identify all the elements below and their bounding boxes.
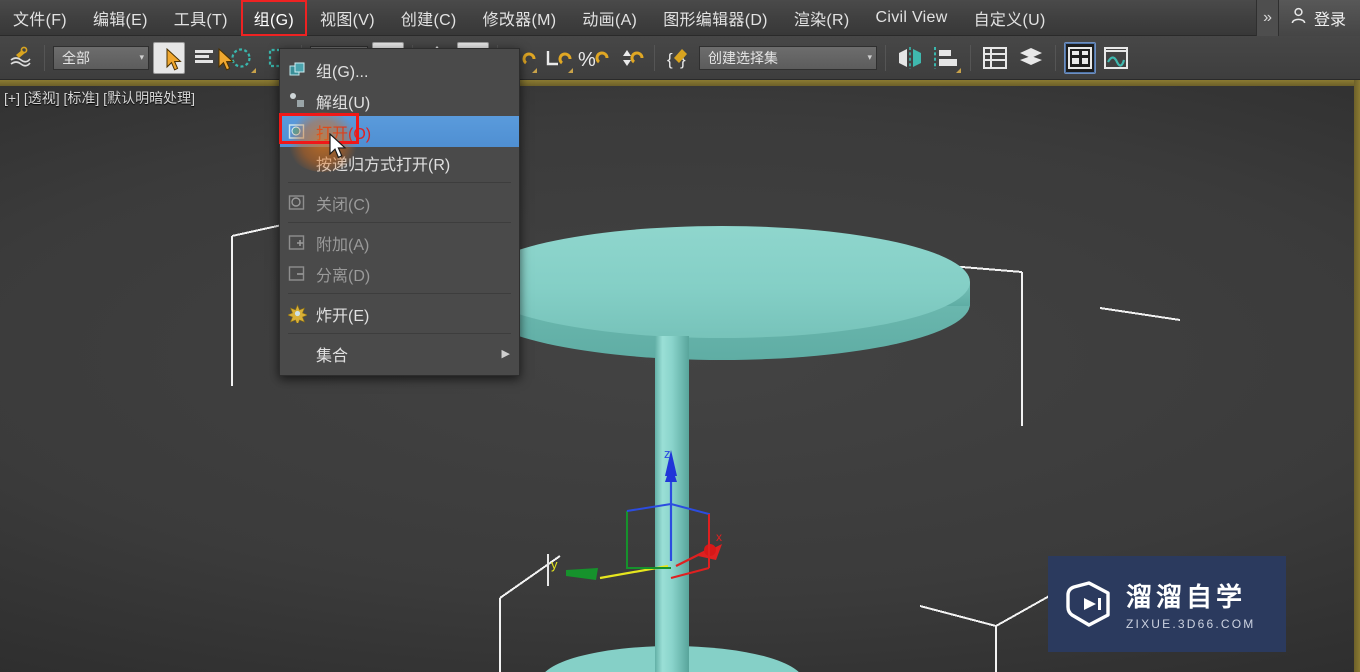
layer-explorer-icon[interactable] [979, 42, 1011, 74]
menu-separator [288, 182, 511, 183]
svg-text:y: y [551, 557, 558, 572]
menu-item-open-label: 打开(O) [316, 125, 372, 143]
toolbar-separator [885, 44, 886, 71]
svg-text:{: { [667, 50, 673, 69]
toolbar-separator [44, 44, 45, 71]
menu-item-explode-label: 炸开(E) [316, 307, 370, 325]
menu-group[interactable]: 组(G) [240, 0, 308, 36]
close-group-icon [288, 193, 307, 212]
menu-create[interactable]: 创建(C) [388, 0, 470, 36]
watermark-title: 溜溜自学 [1126, 582, 1247, 612]
login-label: 登录 [1313, 11, 1346, 29]
spinner-snap-toggle-icon[interactable] [614, 42, 646, 74]
play-logo-icon [1064, 579, 1114, 629]
named-selection-set-value: 创建选择集 [708, 49, 778, 66]
group-icon [288, 60, 307, 79]
mirror-icon[interactable] [894, 42, 926, 74]
undo-redo-curve-icon[interactable] [4, 42, 36, 74]
align-icon[interactable] [930, 42, 962, 74]
menu-bar: 文件(F) 编辑(E) 工具(T) 组(G) 视图(V) 创建(C) 修改器(M… [0, 0, 1360, 36]
chevron-down-icon: ▾ [139, 52, 144, 62]
svg-text:x: x [716, 530, 722, 544]
viewport[interactable]: [+] [透视] [标准] [默认明暗处理] z y x 溜溜自学 ZIXUE.… [0, 80, 1360, 672]
menu-item-attach: 附加(A) [280, 227, 519, 258]
menu-item-group[interactable]: 组(G)... [280, 54, 519, 85]
menu-item-detach: 分离(D) [280, 258, 519, 289]
chevron-down-icon: ▾ [867, 52, 872, 62]
scene-explorer-icon[interactable] [1015, 42, 1047, 74]
open-group-icon [288, 122, 307, 141]
svg-text:z: z [664, 446, 671, 461]
menu-separator [288, 222, 511, 223]
toolbar-separator [970, 44, 971, 71]
percent-snap-toggle-icon[interactable]: % [578, 42, 610, 74]
menu-item-open[interactable]: 打开(O) [280, 116, 519, 147]
menu-file[interactable]: 文件(F) [0, 0, 80, 36]
toolbar-separator [654, 44, 655, 71]
menu-item-close: 关闭(C) [280, 187, 519, 218]
menu-item-ungroup-label: 解组(U) [316, 94, 371, 112]
menu-edit[interactable]: 编辑(E) [80, 0, 161, 36]
edit-named-selection-sets-icon[interactable]: { } [663, 42, 695, 74]
select-by-name-icon[interactable] [189, 42, 221, 74]
menu-item-open-recursively-label: 按递归方式打开(R) [316, 156, 451, 174]
curve-editor-icon[interactable] [1100, 42, 1132, 74]
menu-item-close-label: 关闭(C) [316, 196, 371, 214]
menu-rendering[interactable]: 渲染(R) [781, 0, 863, 36]
selection-filter-value: 全部 [62, 49, 90, 66]
select-object-icon[interactable] [153, 41, 185, 74]
watermark-texts: 溜溜自学 ZIXUE.3D66.COM [1126, 577, 1256, 631]
svg-text:%: % [578, 49, 596, 71]
chevron-right-icon: ▶ [501, 348, 510, 360]
selection-filter-dropdown[interactable]: 全部 ▾ [53, 45, 149, 70]
menu-customize[interactable]: 自定义(U) [961, 0, 1059, 36]
menu-separator [288, 293, 511, 294]
group-menu-dropdown[interactable]: 组(G)... 解组(U) 打开(O) 按递归方式打开(R) 关闭(C) 附加(… [279, 48, 520, 376]
menu-tools[interactable]: 工具(T) [161, 0, 241, 36]
menu-item-ungroup[interactable]: 解组(U) [280, 85, 519, 116]
rectangular-selection-region-icon[interactable] [225, 42, 257, 74]
angle-snap-toggle-icon[interactable] [542, 42, 574, 74]
viewport-canvas[interactable]: [+] [透视] [标准] [默认明暗处理] z y x 溜溜自学 ZIXUE.… [0, 86, 1354, 672]
menu-views[interactable]: 视图(V) [307, 0, 388, 36]
menu-item-attach-label: 附加(A) [316, 236, 370, 254]
toolbar-separator [1055, 44, 1056, 71]
menu-graph-editors[interactable]: 图形编辑器(D) [650, 0, 781, 36]
menu-item-detach-label: 分离(D) [316, 267, 371, 285]
viewport-active-border-right [1354, 80, 1360, 672]
menu-item-group-label: 组(G)... [316, 63, 369, 81]
no-icon [288, 344, 307, 363]
menu-item-assembly[interactable]: 集合 ▶ [280, 338, 519, 369]
user-avatar-icon [1289, 6, 1308, 30]
menu-item-assembly-label: 集合 [316, 347, 349, 365]
toggle-ribbon-icon[interactable] [1064, 41, 1096, 74]
menu-item-explode[interactable]: 炸开(E) [280, 298, 519, 329]
menu-item-open-recursively[interactable]: 按递归方式打开(R) [280, 147, 519, 178]
menu-animation[interactable]: 动画(A) [569, 0, 650, 36]
no-icon [288, 153, 307, 172]
menu-overflow-icon[interactable]: » [1256, 0, 1278, 36]
named-selection-set-dropdown[interactable]: 创建选择集 ▾ [699, 45, 877, 70]
viewport-label[interactable]: [+] [透视] [标准] [默认明暗处理] [4, 88, 195, 108]
menu-separator [288, 333, 511, 334]
detach-icon [288, 264, 307, 283]
explode-icon [286, 304, 309, 326]
login-button[interactable]: 登录 [1277, 0, 1360, 36]
attach-icon [288, 233, 307, 252]
ungroup-icon [288, 91, 307, 110]
menu-modifiers[interactable]: 修改器(M) [470, 0, 570, 36]
watermark-logo: 溜溜自学 ZIXUE.3D66.COM [1048, 556, 1286, 652]
watermark-subtitle: ZIXUE.3D66.COM [1126, 617, 1256, 631]
main-toolbar: 全部 ▾ ▾ [0, 36, 1360, 80]
3dsmax-window: 文件(F) 编辑(E) 工具(T) 组(G) 视图(V) 创建(C) 修改器(M… [0, 0, 1360, 672]
menu-civil-view[interactable]: Civil View [863, 3, 961, 33]
